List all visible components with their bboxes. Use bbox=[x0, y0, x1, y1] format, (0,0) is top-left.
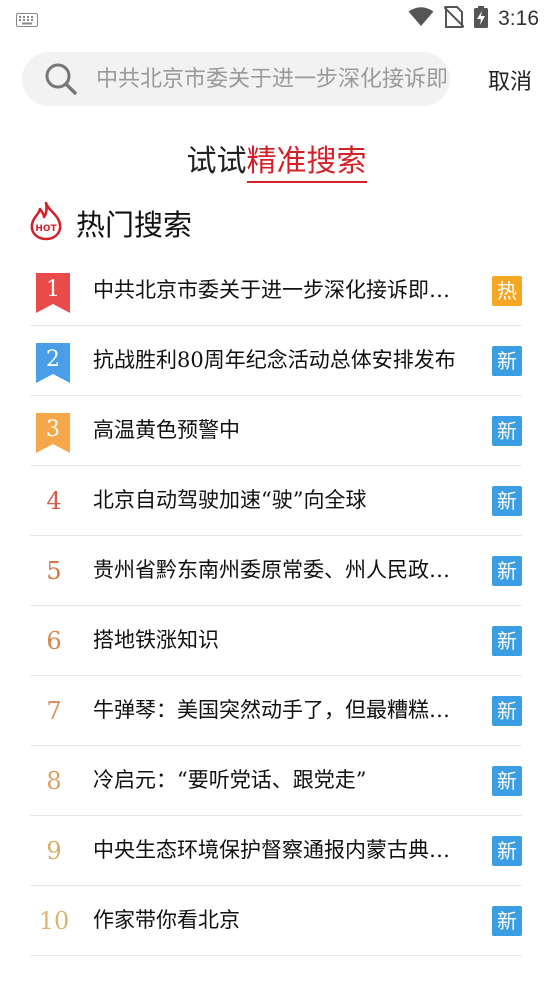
hot-search-item[interactable]: 2 抗战胜利80周年纪念活动总体安排发布 新 bbox=[30, 326, 522, 396]
rank-number: 2 bbox=[46, 347, 60, 372]
rank-number: 1 bbox=[46, 277, 60, 302]
new-badge: 新 bbox=[492, 836, 522, 866]
rank-cell: 4 bbox=[30, 466, 78, 535]
hot-search-item[interactable]: 7 牛弹琴：美国突然动手了，但最糟糕的可能还在后面新 bbox=[30, 676, 522, 746]
hot-search-item[interactable]: 5 贵州省黔东南州委原常委、州人民政府原副州长被查新 bbox=[30, 536, 522, 606]
rank-ribbon-badge: 3 bbox=[36, 413, 70, 453]
wifi-icon bbox=[408, 7, 434, 31]
hot-search-item[interactable]: 10 作家带你看北京 新 bbox=[30, 886, 522, 956]
precise-search-link[interactable]: 精准搜索 bbox=[246, 144, 367, 183]
rank-number: 6 bbox=[46, 626, 62, 655]
status-bar: 3:16 bbox=[0, 0, 553, 38]
precise-search-prompt: 试试精准搜索 bbox=[0, 136, 553, 183]
rank-number: 9 bbox=[46, 836, 62, 865]
new-badge: 新 bbox=[492, 556, 522, 586]
hot-fire-icon: HOT bbox=[28, 201, 64, 245]
hot-search-title-text: 作家带你看北京 bbox=[93, 908, 240, 932]
new-badge: 新 bbox=[492, 766, 522, 796]
hot-search-title-text: 中央生态环境保护督察通报内蒙古典型案例 bbox=[93, 838, 468, 862]
rank-number: 4 bbox=[46, 486, 62, 515]
rank-number: 10 bbox=[38, 906, 70, 935]
new-badge: 新 bbox=[492, 346, 522, 376]
rank-ribbon-badge: 2 bbox=[36, 343, 70, 383]
rank-cell: 8 bbox=[30, 746, 78, 815]
new-badge: 新 bbox=[492, 696, 522, 726]
svg-text:HOT: HOT bbox=[35, 224, 57, 234]
hot-search-title-text: 冷启元：“要听党话、跟党走” bbox=[93, 768, 367, 792]
battery-charging-icon bbox=[474, 6, 489, 32]
rank-number: 8 bbox=[46, 766, 62, 795]
new-badge: 新 bbox=[492, 486, 522, 516]
hot-search-item[interactable]: 3 高温黄色预警中 新 bbox=[30, 396, 522, 466]
hot-search-title-text: 贵州省黔东南州委原常委、州人民政府原副州长被查 bbox=[93, 558, 468, 582]
hot-search-title-text: 高温黄色预警中 bbox=[93, 418, 240, 442]
rank-cell: 9 bbox=[30, 816, 78, 885]
search-icon bbox=[44, 62, 78, 96]
rank-number: 3 bbox=[46, 417, 60, 442]
rank-ribbon-badge: 1 bbox=[36, 273, 70, 313]
new-badge: 新 bbox=[492, 906, 522, 936]
search-input[interactable] bbox=[94, 65, 448, 93]
search-row: 取消 bbox=[22, 52, 532, 106]
no-sim-icon bbox=[443, 6, 465, 32]
precise-search-prefix: 试试 bbox=[186, 144, 247, 179]
hot-search-item[interactable]: 6 搭地铁涨知识 新 bbox=[30, 606, 522, 676]
hot-search-title-text: 抗战胜利80周年纪念活动总体安排发布 bbox=[93, 348, 456, 372]
rank-cell: 6 bbox=[30, 606, 78, 675]
new-badge: 新 bbox=[492, 626, 522, 656]
hot-search-list: 1 中共北京市委关于进一步深化接诉即办改革工作的意见热 2 抗战胜利80周年纪念活动总… bbox=[30, 256, 522, 956]
hot-search-item[interactable]: 9 中央生态环境保护督察通报内蒙古典型案例新 bbox=[30, 816, 522, 886]
clock: 3:16 bbox=[498, 7, 539, 30]
cancel-button[interactable]: 取消 bbox=[488, 64, 532, 96]
hot-search-title-text: 北京自动驾驶加速“驶”向全球 bbox=[93, 488, 367, 512]
rank-number: 5 bbox=[46, 556, 62, 585]
hot-search-header: HOT 热门搜索 bbox=[28, 201, 193, 245]
rank-cell: 10 bbox=[30, 886, 78, 955]
hot-search-item[interactable]: 1 中共北京市委关于进一步深化接诉即办改革工作的意见热 bbox=[30, 256, 522, 326]
hot-search-title-text: 中共北京市委关于进一步深化接诉即办改革工作的意见 bbox=[93, 278, 468, 302]
rank-cell: 7 bbox=[30, 676, 78, 745]
hot-search-item[interactable]: 8 冷启元：“要听党话、跟党走” 新 bbox=[30, 746, 522, 816]
hot-search-item[interactable]: 4 北京自动驾驶加速“驶”向全球 新 bbox=[30, 466, 522, 536]
new-badge: 新 bbox=[492, 416, 522, 446]
hot-search-title-text: 牛弹琴：美国突然动手了，但最糟糕的可能还在后面 bbox=[93, 698, 468, 722]
rank-cell: 5 bbox=[30, 536, 78, 605]
search-box[interactable] bbox=[22, 52, 450, 106]
hot-badge: 热 bbox=[492, 276, 522, 306]
keyboard-icon bbox=[16, 12, 38, 31]
rank-number: 7 bbox=[46, 696, 62, 725]
hot-search-title-text: 搭地铁涨知识 bbox=[93, 628, 219, 652]
hot-search-title: 热门搜索 bbox=[76, 208, 193, 242]
